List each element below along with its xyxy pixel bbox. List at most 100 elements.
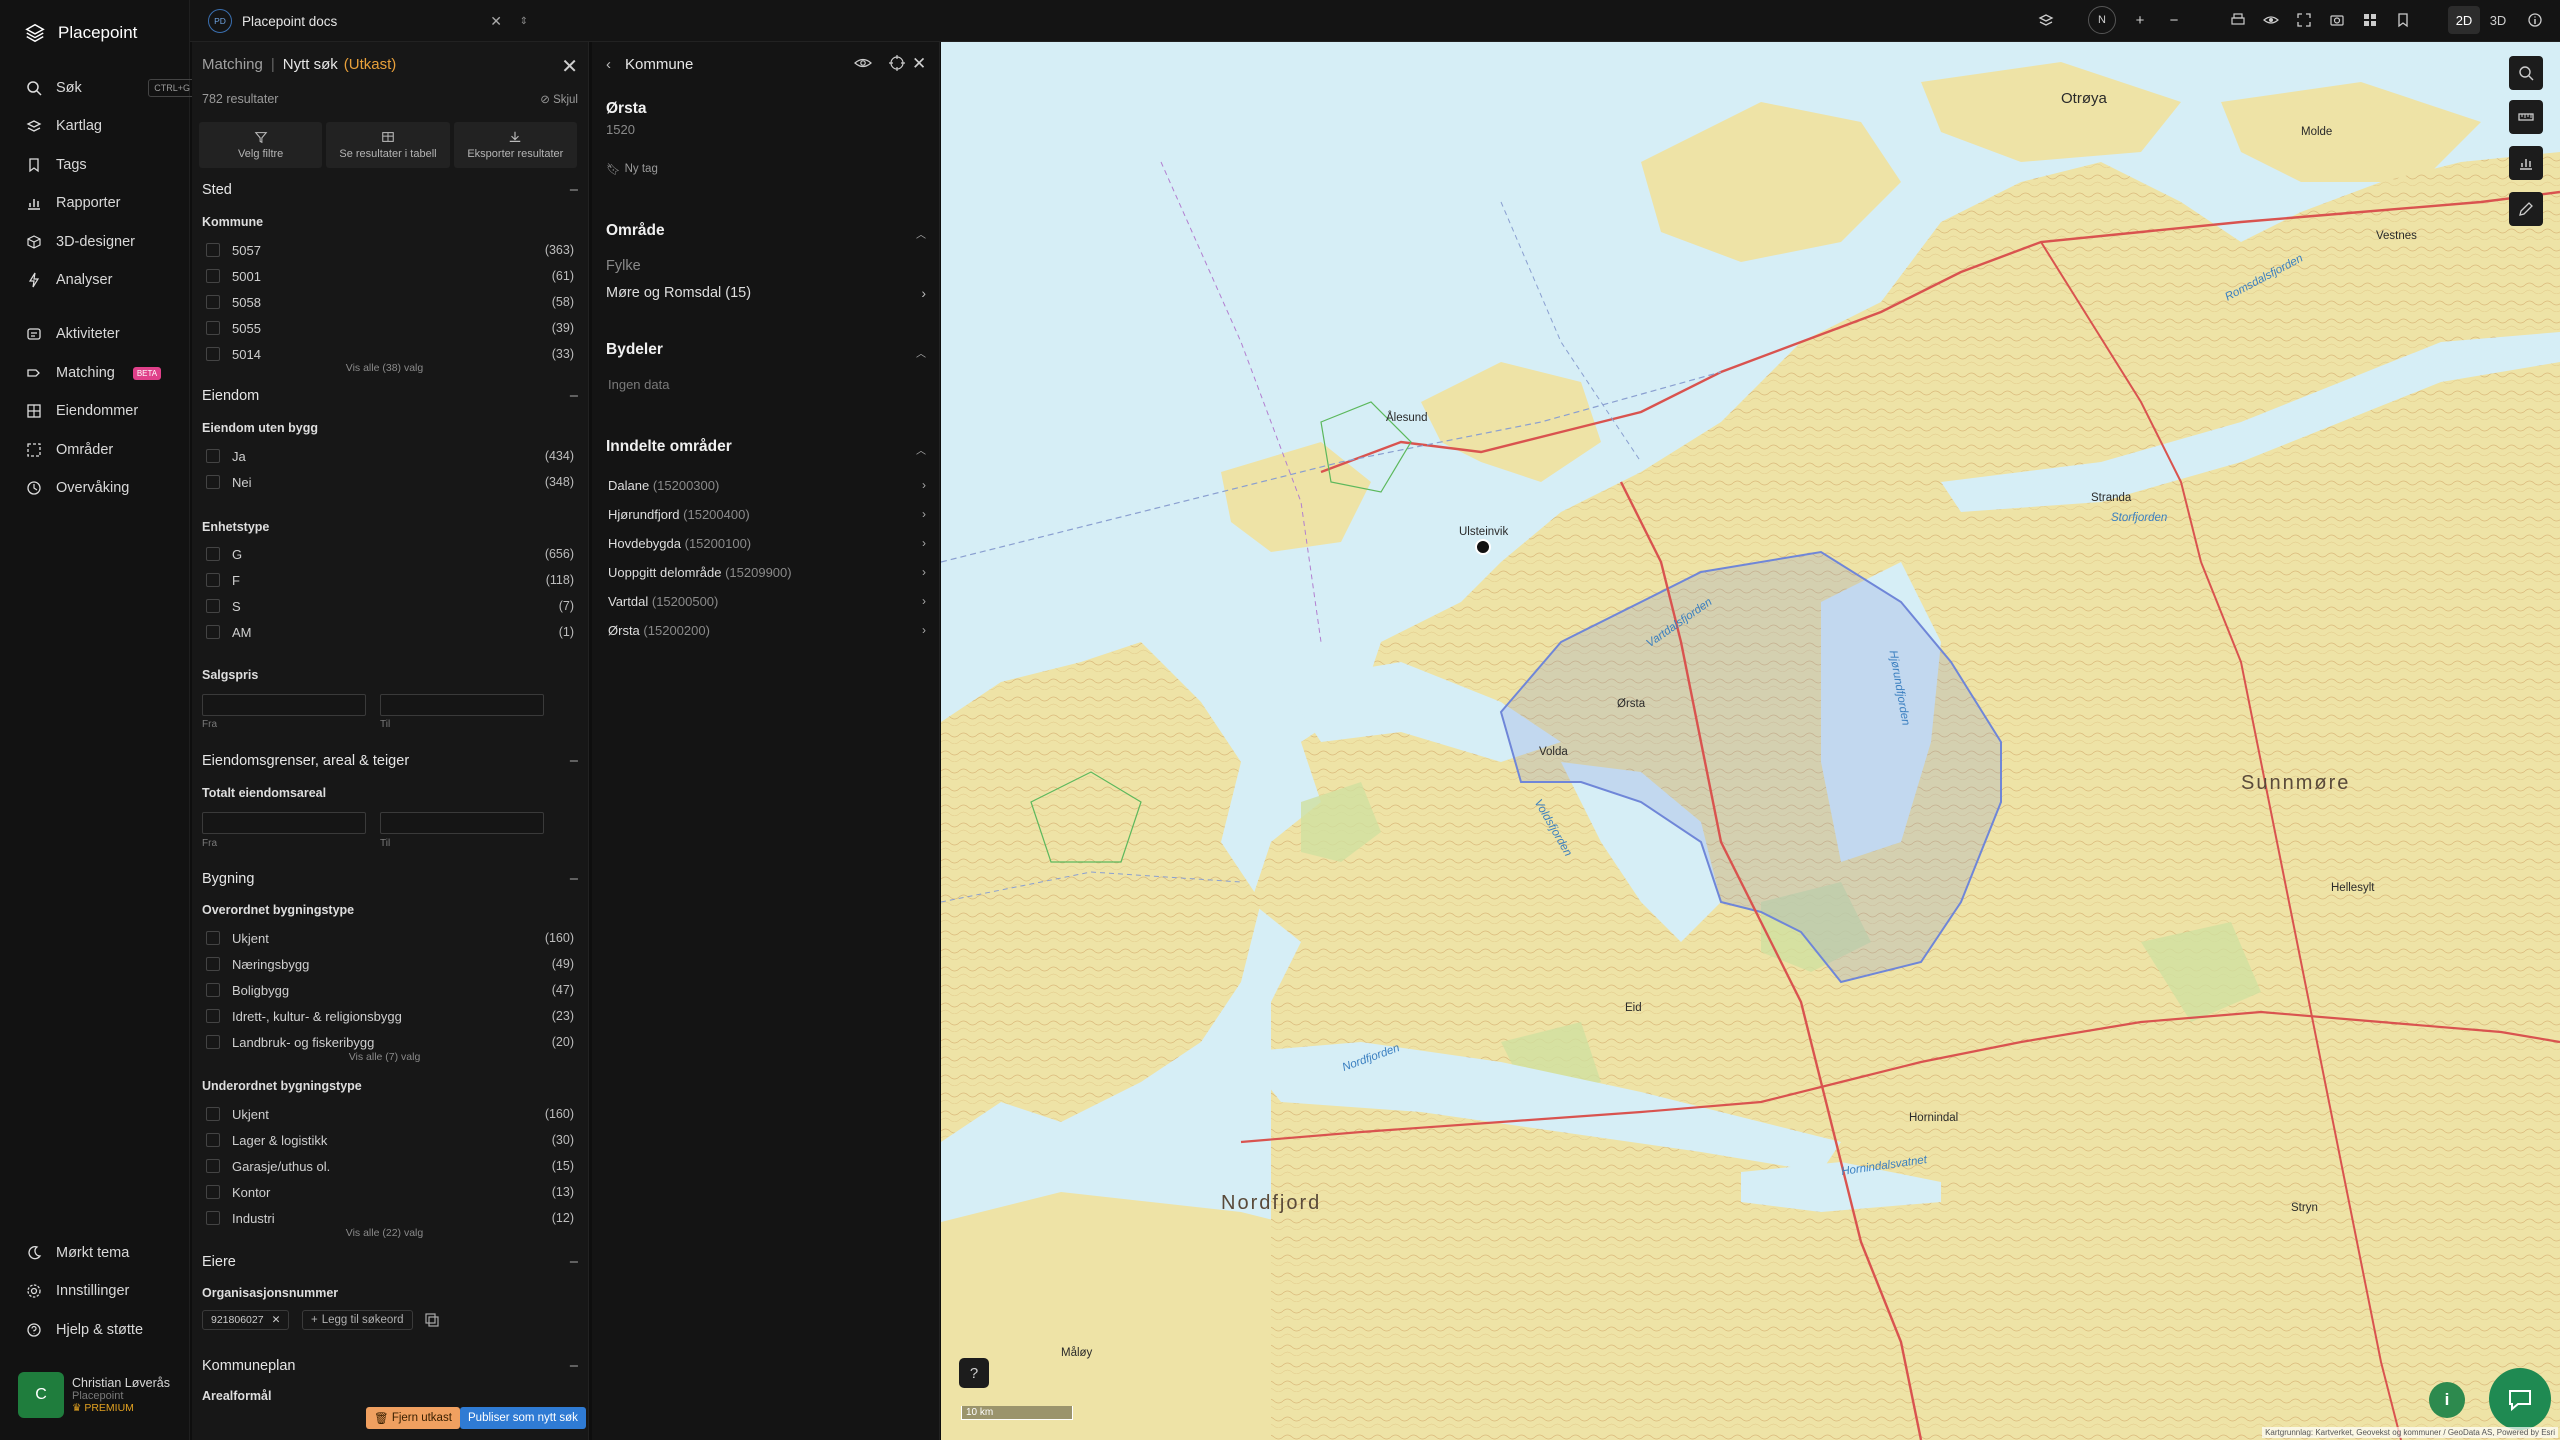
back-chevron-icon[interactable]: ‹: [606, 56, 611, 73]
option-enhetstype[interactable]: G (656): [206, 545, 574, 563]
user-card[interactable]: C Christian Løverås Placepoint ♛ PREMIUM: [18, 1372, 170, 1418]
eye-icon[interactable]: [854, 54, 872, 72]
option-overordnet[interactable]: Idrett-, kultur- & religionsbygg (23): [206, 1007, 574, 1025]
checkbox[interactable]: [206, 1159, 220, 1173]
fullscreen-icon[interactable]: [2293, 9, 2315, 31]
section-inndelte[interactable]: Inndelte områder ︿: [606, 438, 926, 457]
checkbox[interactable]: [206, 625, 220, 639]
checkbox[interactable]: [206, 573, 220, 587]
area-from-input[interactable]: [202, 812, 366, 834]
subarea-row[interactable]: Hjørundfjord (15200400) ›: [608, 507, 926, 522]
checkbox[interactable]: [206, 1133, 220, 1147]
zoom-out-icon[interactable]: −: [2163, 9, 2185, 31]
nav-item-settings[interactable]: Innstillinger: [26, 1279, 176, 1303]
mode-3d-button[interactable]: 3D: [2482, 6, 2514, 34]
checkbox[interactable]: [206, 475, 220, 489]
checkbox[interactable]: [206, 1009, 220, 1023]
option-kommune[interactable]: 5001 (61): [206, 267, 574, 285]
grid-view-icon[interactable]: [2359, 9, 2381, 31]
mode-2d-button[interactable]: 2D: [2448, 6, 2480, 34]
remove-draft-button[interactable]: 🗑 Fjern utkast: [366, 1407, 460, 1429]
section-sted[interactable]: Sted –: [202, 182, 578, 198]
map-search-tool[interactable]: [2509, 56, 2543, 90]
info-button[interactable]: i: [2429, 1382, 2465, 1418]
checkbox[interactable]: [206, 547, 220, 561]
map-help-button[interactable]: ?: [959, 1358, 989, 1388]
print-icon[interactable]: [2227, 9, 2249, 31]
camera-icon[interactable]: [2326, 9, 2348, 31]
updown-chevron-icon[interactable]: ⇕: [520, 16, 528, 27]
breadcrumb-matching[interactable]: Matching: [202, 56, 263, 73]
layers-stack-icon[interactable]: [2035, 9, 2057, 31]
checkbox[interactable]: [206, 983, 220, 997]
checkbox[interactable]: [206, 599, 220, 613]
nav-item-search[interactable]: Søk CTRL+G: [26, 76, 196, 100]
price-to-input[interactable]: [380, 694, 544, 716]
section-eiere[interactable]: Eiere –: [202, 1254, 578, 1270]
nav-item-omrader[interactable]: Områder: [26, 438, 176, 462]
option-kommune[interactable]: 5057 (363): [206, 241, 574, 259]
checkbox[interactable]: [206, 1211, 220, 1225]
hide-button[interactable]: ⊘ Skjul: [540, 92, 578, 106]
option-uten-bygg[interactable]: Ja (434): [206, 447, 574, 465]
clear-icon[interactable]: ✕: [490, 13, 502, 30]
option-uten-bygg[interactable]: Nei (348): [206, 473, 574, 491]
collapse-icon[interactable]: –: [570, 1254, 578, 1270]
zoom-in-icon[interactable]: +: [2129, 9, 2151, 31]
option-overordnet[interactable]: Næringsbygg (49): [206, 955, 574, 973]
collapse-icon[interactable]: –: [570, 753, 578, 769]
show-all-link[interactable]: Vis alle (38) valg: [192, 362, 577, 374]
info-icon[interactable]: [2524, 9, 2546, 31]
close-icon[interactable]: ✕: [912, 54, 930, 73]
map-canvas[interactable]: Ålesund Sunnmøre Nordfjord Otrøya Molde …: [941, 42, 2560, 1440]
location-marker[interactable]: [1475, 539, 1491, 555]
document-selector[interactable]: PD Placepoint docs ✕ ⇕: [208, 8, 532, 34]
chevron-up-icon[interactable]: ︿: [916, 226, 926, 241]
checkbox[interactable]: [206, 347, 220, 361]
publish-search-button[interactable]: Publiser som nytt søk: [460, 1407, 586, 1429]
view-table-button[interactable]: Se resultater i tabell: [326, 122, 450, 168]
close-icon[interactable]: ✕: [561, 54, 578, 79]
chevron-up-icon[interactable]: ︿: [916, 345, 926, 360]
checkbox[interactable]: [206, 449, 220, 463]
checkbox[interactable]: [206, 931, 220, 945]
nav-item-3d-designer[interactable]: 3D-designer: [26, 230, 176, 254]
nav-item-rapporter[interactable]: Rapporter: [26, 191, 176, 215]
checkbox[interactable]: [206, 1107, 220, 1121]
fylke-row[interactable]: Møre og Romsdal (15) ›: [606, 285, 926, 301]
nav-item-overvaking[interactable]: Overvåking: [26, 476, 176, 500]
crosshair-icon[interactable]: [888, 54, 906, 72]
nav-item-matching[interactable]: Matching BETA: [26, 361, 176, 385]
option-overordnet[interactable]: Landbruk- og fiskeribygg (20): [206, 1033, 574, 1051]
area-to-input[interactable]: [380, 812, 544, 834]
map-measure-tool[interactable]: [2509, 100, 2543, 134]
section-bygning[interactable]: Bygning –: [202, 871, 578, 887]
checkbox[interactable]: [206, 1185, 220, 1199]
add-keyword-button[interactable]: + Legg til søkeord: [302, 1310, 413, 1330]
collapse-icon[interactable]: –: [570, 388, 578, 404]
nav-item-aktiviteter[interactable]: Aktiviteter: [26, 322, 176, 346]
checkbox[interactable]: [206, 957, 220, 971]
checkbox[interactable]: [206, 295, 220, 309]
section-eiendom[interactable]: Eiendom –: [202, 388, 578, 404]
checkbox[interactable]: [206, 1035, 220, 1049]
option-underordnet[interactable]: Ukjent (160): [206, 1105, 574, 1123]
nav-item-eiendommer[interactable]: Eiendommer: [26, 399, 176, 423]
show-all-link[interactable]: Vis alle (22) valg: [192, 1227, 577, 1239]
map-draw-tool[interactable]: [2509, 192, 2543, 226]
compass-button[interactable]: N: [2088, 6, 2116, 34]
option-underordnet[interactable]: Garasje/uthus ol. (15): [206, 1157, 574, 1175]
section-kommuneplan[interactable]: Kommuneplan –: [202, 1358, 578, 1374]
option-enhetstype[interactable]: S (7): [206, 597, 574, 615]
collapse-icon[interactable]: –: [570, 1358, 578, 1374]
option-underordnet[interactable]: Kontor (13): [206, 1183, 574, 1201]
checkbox[interactable]: [206, 321, 220, 335]
option-kommune[interactable]: 5058 (58): [206, 293, 574, 311]
option-overordnet[interactable]: Ukjent (160): [206, 929, 574, 947]
keyword-chip[interactable]: 921806027 ✕: [202, 1310, 290, 1330]
option-overordnet[interactable]: Boligbygg (47): [206, 981, 574, 999]
option-kommune[interactable]: 5014 (33): [206, 345, 574, 363]
checkbox[interactable]: [206, 269, 220, 283]
chevron-up-icon[interactable]: ︿: [916, 442, 926, 457]
nav-item-kartlag[interactable]: Kartlag: [26, 114, 176, 138]
